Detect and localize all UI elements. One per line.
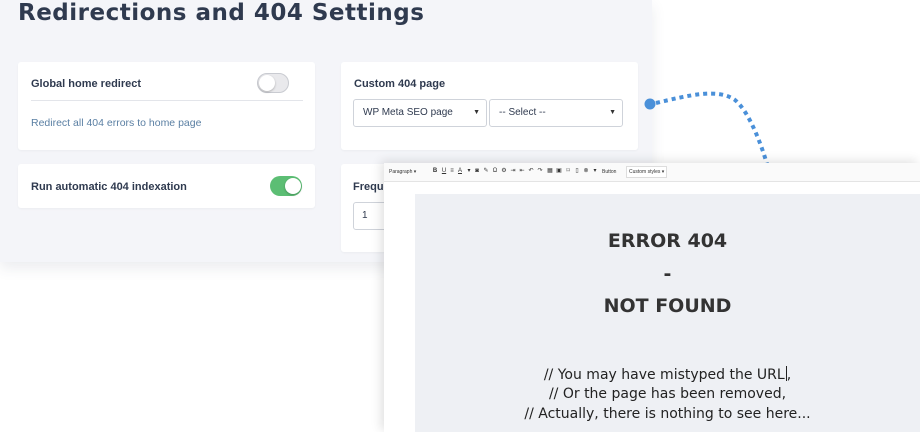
outdent-icon[interactable]: ⇤ bbox=[519, 168, 525, 174]
format-select[interactable]: Paragraph ▾ bbox=[389, 167, 416, 177]
undo-icon[interactable]: ↶ bbox=[528, 168, 534, 174]
paint-icon[interactable]: ✎ bbox=[483, 168, 489, 174]
underline-icon[interactable]: U bbox=[441, 168, 447, 174]
indent-icon[interactable]: ⇥ bbox=[510, 168, 516, 174]
editor-toolbar: Paragraph ▾ B U ≡ A ▾ ◙ ✎ Ω ⚙ ⇥ ⇤ ↶ ↷ ▦ … bbox=[384, 163, 920, 182]
styles-select-value: Custom styles bbox=[629, 169, 661, 175]
error-message-comma: , bbox=[786, 367, 792, 383]
bold-icon[interactable]: B bbox=[432, 168, 438, 174]
error-heading: ERROR 404 bbox=[607, 230, 728, 252]
dropdown-icon[interactable]: ▾ bbox=[592, 168, 598, 174]
align-icon[interactable]: ≡ bbox=[449, 168, 455, 174]
special-char-icon[interactable]: ⚙ bbox=[501, 168, 507, 174]
button-tool[interactable]: Button bbox=[602, 167, 616, 177]
bookmark-icon[interactable]: ⌑ bbox=[565, 168, 571, 174]
editor-window: Paragraph ▾ B U ≡ A ▾ ◙ ✎ Ω ⚙ ⇥ ⇤ ↶ ↷ ▦ … bbox=[384, 163, 920, 432]
table-icon[interactable]: ▦ bbox=[547, 168, 553, 174]
error-message-line: // Or the page has been removed, bbox=[548, 386, 787, 402]
camera-icon[interactable]: ◙ bbox=[474, 168, 480, 174]
error-message-line: // You may have mistyped the URL, bbox=[415, 366, 920, 383]
format-select-value: Paragraph bbox=[389, 169, 413, 175]
media-icon[interactable]: ▣ bbox=[556, 168, 562, 174]
error-subheading: NOT FOUND bbox=[603, 295, 732, 317]
error-message-text: // You may have mistyped the URL bbox=[543, 367, 785, 383]
dropdown-icon[interactable]: ▾ bbox=[466, 168, 472, 174]
link-icon[interactable]: ⊗ bbox=[583, 168, 589, 174]
text-color-icon[interactable]: A bbox=[457, 168, 463, 174]
error-message-line: // Actually, there is nothing to see her… bbox=[524, 406, 811, 422]
omega-icon[interactable]: Ω bbox=[492, 168, 498, 174]
editor-content[interactable]: ERROR 404 - NOT FOUND // You may have mi… bbox=[415, 194, 920, 432]
page-icon[interactable]: ▯ bbox=[574, 168, 580, 174]
styles-select[interactable]: Custom styles ▾ bbox=[626, 166, 668, 178]
arrow-start-dot bbox=[644, 98, 656, 110]
redo-icon[interactable]: ↷ bbox=[537, 168, 543, 174]
error-separator: - bbox=[663, 263, 672, 285]
